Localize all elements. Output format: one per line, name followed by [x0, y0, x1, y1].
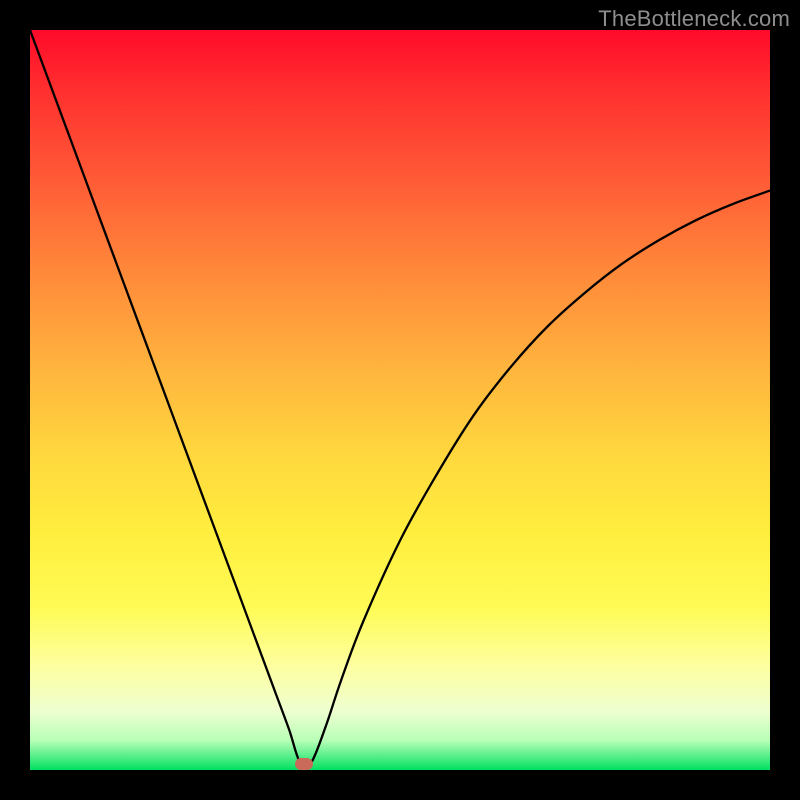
bottleneck-curve — [30, 30, 770, 767]
curve-svg — [30, 30, 770, 770]
bottleneck-marker — [295, 758, 313, 770]
watermark-text: TheBottleneck.com — [598, 6, 790, 32]
plot-area — [30, 30, 770, 770]
chart-frame: TheBottleneck.com — [0, 0, 800, 800]
